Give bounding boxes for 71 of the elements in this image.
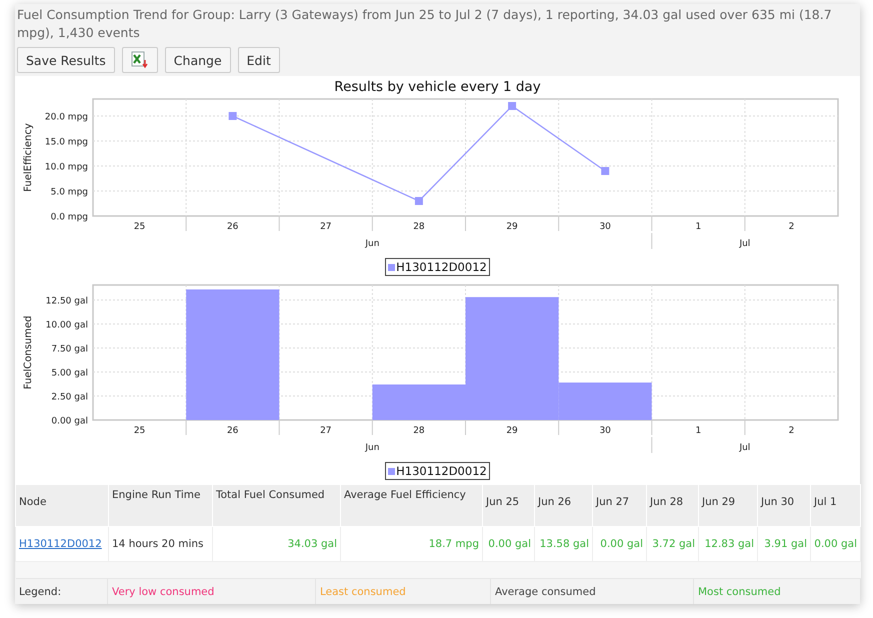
spreadsheet-download-icon	[130, 51, 149, 69]
axis-tick-label: 25	[134, 426, 146, 436]
data-point	[228, 112, 237, 120]
table-cell: 14 hours 20 mins	[108, 526, 212, 562]
table-cell: 3.91 gal	[758, 526, 810, 562]
axis-tick-label: 10.0 mpg	[44, 162, 88, 172]
table-cell: 34.03 gal	[212, 526, 340, 562]
axis-tick-label: 5.00 gal	[51, 368, 88, 378]
axis-tick-label: 28	[413, 222, 425, 232]
axis-tick-label: 27	[320, 222, 332, 232]
legend-item: Very low consumed	[107, 579, 315, 604]
data-point	[508, 102, 516, 110]
axis-tick-label: 26	[226, 426, 238, 436]
table-cell: 13.58 gal	[534, 526, 592, 562]
axis-tick-label: 30	[599, 222, 611, 232]
export-button[interactable]	[122, 47, 158, 73]
axis-tick-label: 7.50 gal	[51, 344, 88, 354]
axis-tick-label: 29	[506, 426, 518, 436]
axis-tick-label: 12.50 gal	[46, 296, 88, 306]
axis-month-label: Jul	[739, 443, 750, 453]
axis-tick-label: 15.0 mpg	[44, 138, 88, 148]
legend-label: H130112D0012	[396, 260, 487, 274]
column-header: Jun 30	[758, 484, 810, 526]
axis-title: FuelConsumed	[23, 316, 34, 390]
report-title: Fuel Consumption Trend for Group: Larry (3 Gateways) from Jun 25 to Jul 2 (7 days), 1 reporting, 34.03 gal used over 635 mi (18.7 mpg), 1,430 events	[16, 6, 833, 42]
toolbar-button[interactable]: Change	[164, 47, 231, 73]
axis-month-label: Jul	[739, 239, 750, 249]
axis-tick-label: 20.0 mpg	[44, 112, 88, 122]
table-cell: 0.00 gal	[810, 526, 860, 562]
legend-item: Least consumed	[315, 579, 490, 604]
table-cell: 0.00 gal	[592, 526, 646, 562]
column-header: Jun 29	[698, 484, 758, 526]
axis-title: FuelEfficiency	[23, 123, 34, 192]
column-header: Node	[16, 484, 108, 526]
legend-label: H130112D0012	[396, 464, 487, 478]
axis-month-label: Jun	[365, 239, 380, 249]
column-header: Engine Run Time	[108, 484, 212, 526]
axis-tick-label: 10.00 gal	[46, 320, 88, 330]
column-header: Total Fuel Consumed	[212, 484, 340, 526]
column-header: Jul 1	[810, 484, 860, 526]
axis-tick-label: 2	[788, 222, 794, 232]
column-header: Jun 26	[534, 484, 592, 526]
column-header: Jun 28	[646, 484, 698, 526]
axis-tick-label: 26	[226, 222, 238, 232]
axis-tick-label: 0.00 gal	[51, 416, 88, 426]
legend-title: Legend:	[18, 584, 62, 600]
axis-tick-label: 1	[695, 426, 702, 436]
axis-tick-label: 2.50 gal	[51, 392, 88, 402]
axis-month-label: Jun	[365, 443, 380, 453]
axis-tick-label: 0.0 mpg	[50, 212, 88, 222]
column-header: Average Fuel Efficiency	[340, 484, 482, 526]
column-header: Jun 27	[592, 484, 646, 526]
axis-tick-label: 5.0 mpg	[50, 188, 88, 198]
axis-tick-label: 1	[695, 222, 702, 232]
axis-tick-label: 27	[320, 426, 332, 436]
toolbar-button[interactable]: Save Results	[17, 47, 115, 73]
axis-tick-label: 2	[788, 426, 794, 436]
table-cell: 12.83 gal	[698, 526, 758, 562]
axis-tick-label: 29	[506, 222, 518, 232]
axis-tick-label: 30	[599, 426, 611, 436]
column-header: Jun 25	[482, 484, 534, 526]
table-cell: 3.72 gal	[646, 526, 698, 562]
toolbar-button[interactable]: Edit	[238, 47, 280, 73]
legend-item: Average consumed	[490, 579, 693, 604]
table-cell: 18.7 mpg	[340, 526, 482, 562]
chart-title: Results by vehicle every 1 day	[333, 78, 542, 96]
table-cell: 0.00 gal	[482, 526, 534, 562]
axis-tick-label: 25	[134, 222, 146, 232]
data-point	[601, 167, 610, 175]
legend-item: Most consumed	[693, 579, 860, 604]
axis-tick-label: 28	[413, 426, 425, 436]
